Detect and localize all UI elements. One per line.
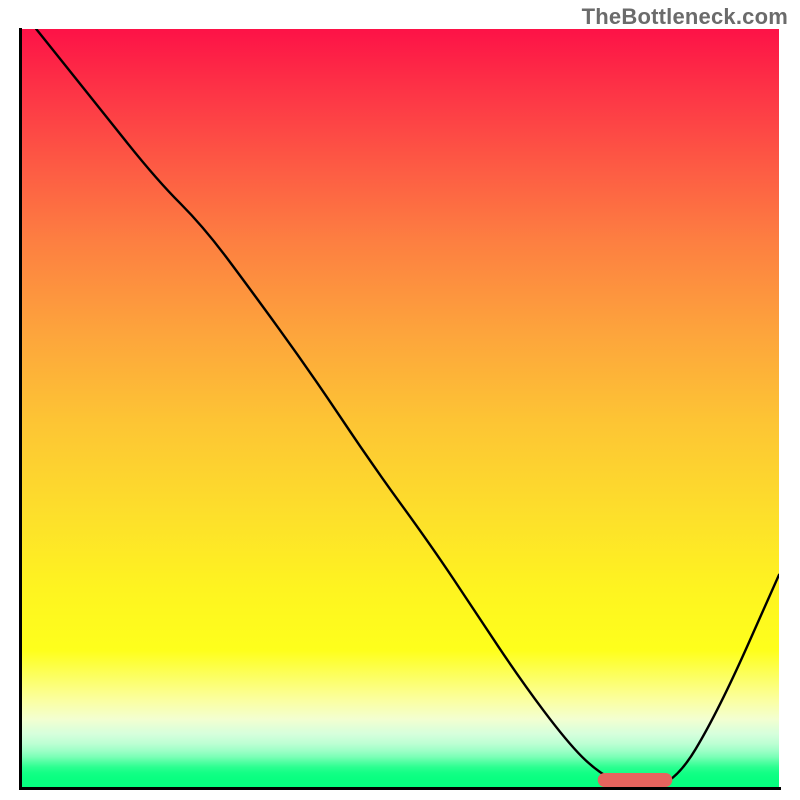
watermark-text: TheBottleneck.com (582, 4, 788, 30)
y-axis-line (19, 28, 22, 790)
curve-layer (21, 29, 779, 787)
bottleneck-curve-path (36, 29, 779, 787)
bottleneck-chart: TheBottleneck.com (0, 0, 800, 800)
plot-area (21, 29, 779, 787)
x-axis-line (21, 787, 781, 790)
